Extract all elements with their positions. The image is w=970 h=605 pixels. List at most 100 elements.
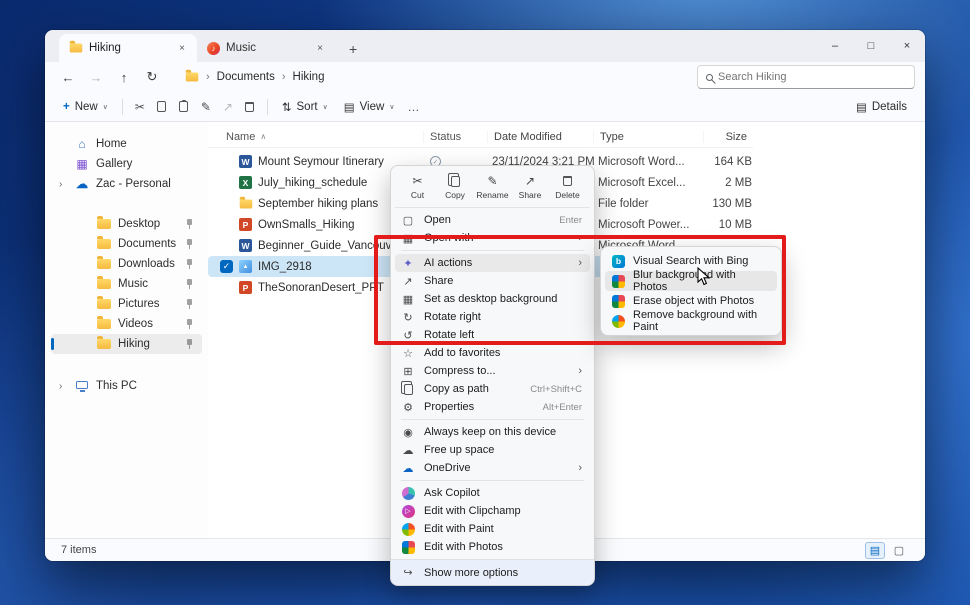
breadcrumb[interactable]: › Documents › Hiking [175, 65, 687, 89]
toolbar-separator [122, 99, 123, 115]
column-header-date-modified[interactable]: Date Modified [487, 131, 593, 143]
menu-item-properties[interactable]: ⚙ Properties Alt+Enter [395, 398, 590, 416]
paste-button[interactable] [173, 96, 195, 118]
details-pane-button[interactable]: ▤ Details [848, 96, 915, 118]
column-header-size[interactable]: Size [703, 131, 747, 143]
menu-item-label: Edit with Paint [424, 523, 582, 535]
sidebar-item-desktop[interactable]: Desktop [51, 214, 202, 234]
menu-item-rotate-left[interactable]: ↺ Rotate left [395, 326, 590, 344]
ai-actions-submenu: Visual Search with Bing Blur background … [600, 246, 782, 336]
view-button-label: View [360, 101, 385, 113]
menu-item-rotate-right[interactable]: ↻ Rotate right [395, 308, 590, 326]
sidebar-item-onedrive[interactable]: › ☁ Zac - Personal [51, 174, 202, 194]
up-button[interactable]: ↑ [111, 65, 137, 89]
sort-button[interactable]: ⇅ Sort ∨ [274, 96, 336, 118]
menu-item-always-keep-on-device[interactable]: ◉ Always keep on this device [395, 423, 590, 441]
large-icons-view-toggle[interactable]: ▢ [889, 542, 909, 559]
tab-close-icon[interactable]: × [175, 42, 189, 55]
refresh-button[interactable]: ↻ [139, 65, 165, 89]
menu-item-edit-with-photos[interactable]: Edit with Photos [395, 538, 590, 556]
menu-item-open-with[interactable]: ▦ Open with › [395, 229, 590, 247]
chevron-right-icon: › [282, 71, 286, 83]
menu-item-open[interactable]: ▢ Open Enter [395, 211, 590, 229]
sidebar-item-videos[interactable]: Videos [51, 314, 202, 334]
minimize-button[interactable]: – [817, 30, 853, 62]
share-action[interactable]: ↗ Share [512, 171, 549, 203]
sidebar-item-this-pc[interactable]: › This PC [51, 376, 202, 396]
sidebar-item-pictures[interactable]: Pictures [51, 294, 202, 314]
menu-item-edit-with-paint[interactable]: Edit with Paint [395, 520, 590, 538]
menu-item-share[interactable]: ↗ Share [395, 272, 590, 290]
rename-action[interactable]: ✎ Rename [474, 171, 511, 203]
view-button[interactable]: ▤ View ∨ [336, 96, 403, 118]
sidebar-item-documents[interactable]: Documents [51, 234, 202, 254]
menu-item-set-as-desktop-background[interactable]: ▦ Set as desktop background [395, 290, 590, 308]
sidebar-item-downloads[interactable]: Downloads [51, 254, 202, 274]
sort-icon: ⇅ [282, 100, 292, 114]
pin-icon [185, 339, 194, 349]
column-header-name[interactable]: Name [226, 131, 255, 143]
submenu-item-remove-background-paint[interactable]: Remove background with Paint [605, 311, 777, 331]
delete-button[interactable] [239, 96, 261, 118]
menu-item-compress-to[interactable]: ⊞ Compress to... › [395, 362, 590, 380]
new-tab-button[interactable]: + [343, 41, 363, 57]
tab-label: Music [226, 42, 307, 54]
column-header-type[interactable]: Type [593, 131, 703, 143]
sidebar-item-gallery[interactable]: ▦ Gallery [51, 154, 202, 174]
menu-item-ask-copilot[interactable]: Ask Copilot [395, 484, 590, 502]
action-label: Share [519, 190, 542, 200]
breadcrumb-hiking[interactable]: Hiking [293, 71, 325, 83]
maximize-button[interactable]: □ [853, 30, 889, 62]
details-view-toggle[interactable]: ▤ [865, 542, 885, 559]
submenu-item-blur-background-photos[interactable]: Blur background with Photos [605, 271, 777, 291]
word-file-icon [239, 155, 252, 168]
cut-action[interactable]: ✂ Cut [399, 171, 436, 203]
menu-separator [401, 419, 584, 420]
chevron-right-icon[interactable]: › [59, 179, 62, 190]
tab-close-icon[interactable]: × [313, 42, 327, 55]
chevron-down-icon: ∨ [323, 103, 328, 111]
back-button[interactable]: ← [55, 65, 81, 89]
menu-item-show-more-options[interactable]: ↪ Show more options [391, 559, 594, 585]
wallpaper-icon: ▦ [401, 293, 415, 306]
menu-item-label: Edit with Photos [424, 541, 582, 553]
breadcrumb-documents[interactable]: Documents [217, 71, 275, 83]
submenu-item-visual-search-bing[interactable]: Visual Search with Bing [605, 251, 777, 271]
menu-item-onedrive[interactable]: ☁ OneDrive › [395, 459, 590, 477]
chevron-down-icon: ∨ [103, 103, 108, 111]
copy-action[interactable]: Copy [437, 171, 474, 203]
tab-hiking[interactable]: Hiking × [59, 34, 197, 62]
copy-path-icon [404, 384, 413, 395]
menu-item-edit-with-clipchamp[interactable]: Edit with Clipchamp [395, 502, 590, 520]
search-box[interactable] [697, 65, 915, 89]
menu-item-label: AI actions [424, 257, 569, 269]
onedrive-icon: ☁ [401, 462, 415, 475]
menu-item-ai-actions[interactable]: ✦ AI actions › [395, 254, 590, 272]
new-button[interactable]: + New ∨ [55, 97, 116, 117]
sidebar-item-home[interactable]: ⌂ Home [51, 134, 202, 154]
chevron-right-icon[interactable]: › [59, 381, 62, 392]
open-with-icon: ▦ [401, 232, 415, 245]
column-header-status[interactable]: Status [423, 131, 487, 143]
checkbox-checked-icon[interactable]: ✓ [220, 260, 233, 273]
rename-button[interactable]: ✎ [195, 96, 217, 118]
pin-icon [185, 219, 194, 229]
folder-icon [97, 279, 111, 289]
forward-button[interactable]: → [83, 65, 109, 89]
search-input[interactable] [718, 71, 906, 83]
close-button[interactable]: × [889, 30, 925, 62]
menu-item-add-to-favorites[interactable]: ☆ Add to favorites [395, 344, 590, 362]
file-type: Microsoft Power... [598, 219, 708, 231]
more-options-button[interactable]: … [402, 96, 424, 118]
menu-item-copy-as-path[interactable]: Copy as path Ctrl+Shift+C [395, 380, 590, 398]
menu-item-free-up-space[interactable]: ☁ Free up space [395, 441, 590, 459]
cut-icon: ✂ [412, 175, 422, 188]
sidebar-item-music[interactable]: Music [51, 274, 202, 294]
tab-music[interactable]: ♪ Music × [197, 34, 335, 62]
copy-button[interactable] [151, 96, 173, 118]
sidebar-item-hiking[interactable]: Hiking [51, 334, 202, 354]
share-button[interactable]: ↗ [217, 96, 239, 118]
cut-button[interactable]: ✂ [129, 96, 151, 118]
submenu-item-erase-object-photos[interactable]: Erase object with Photos [605, 291, 777, 311]
delete-action[interactable]: Delete [549, 171, 586, 203]
